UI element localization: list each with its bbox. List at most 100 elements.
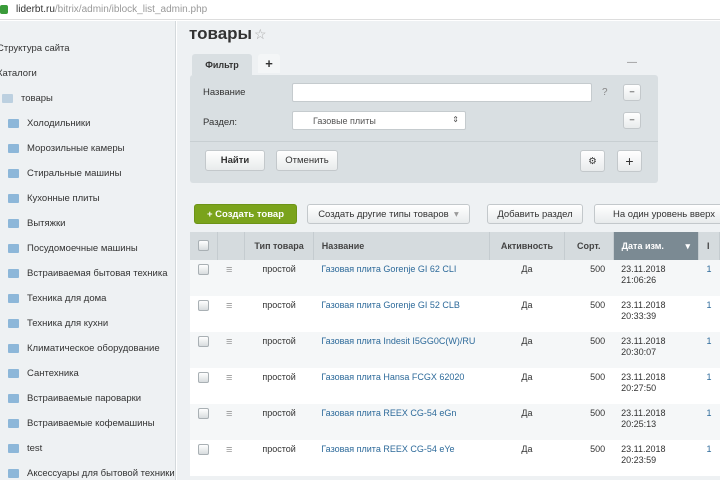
page-title: товары xyxy=(189,24,253,43)
product-link[interactable]: Газовая плита Indesit I5GG0C(W)/RU xyxy=(321,336,475,346)
row-checkbox[interactable] xyxy=(198,300,209,311)
sidebar-item-label: Климатическое оборудование xyxy=(27,342,160,354)
col-name[interactable]: Название xyxy=(313,232,491,260)
create-other-types-button[interactable]: Создать другие типы товаров ▾ xyxy=(307,204,470,224)
section-select[interactable]: Газовые плиты ⇕ xyxy=(292,111,466,130)
row-menu-icon[interactable]: ≡ xyxy=(218,296,245,332)
product-link[interactable]: Газовая плита REEX CG-54 eYe xyxy=(321,444,454,454)
star-icon[interactable]: ☆ xyxy=(254,26,267,43)
sort-desc-icon: ▾ xyxy=(685,240,690,251)
cell-type: простой xyxy=(244,332,314,368)
find-button[interactable]: Найти xyxy=(205,150,265,171)
product-link[interactable]: Газовая плита Gorenje GI 62 CLI xyxy=(321,264,456,274)
product-link[interactable]: Газовая плита REEX CG-54 eGn xyxy=(321,408,456,418)
folder-icon xyxy=(8,368,19,378)
cell-id[interactable]: 1 xyxy=(706,336,711,346)
sidebar-item-label: Холодильники xyxy=(27,117,91,129)
remove-section-field-button[interactable]: − xyxy=(623,112,641,129)
cell-time: 21:06:26 xyxy=(621,275,657,285)
row-checkbox[interactable] xyxy=(198,444,209,455)
cell-time: 20:23:59 xyxy=(621,455,657,465)
cell-id[interactable]: 1 xyxy=(706,300,711,310)
folder-icon xyxy=(8,393,19,403)
add-section-button[interactable]: Добавить раздел xyxy=(487,204,583,224)
sidebar-item[interactable]: Холодильники xyxy=(8,113,90,133)
row-checkbox[interactable] xyxy=(198,264,209,275)
col-sort[interactable]: Сорт. xyxy=(564,232,614,260)
table-row[interactable]: ≡ простой Газовая плита REEX CG-54 eYe Д… xyxy=(190,440,720,476)
col-id[interactable]: I xyxy=(698,232,720,260)
sidebar-item[interactable]: Каталоги xyxy=(0,63,37,83)
sidebar-item[interactable]: Сантехника xyxy=(8,363,79,383)
name-input[interactable] xyxy=(292,83,592,102)
sidebar-item[interactable]: товары xyxy=(2,88,53,108)
folder-icon xyxy=(8,243,19,253)
url-text[interactable]: liderbt.ru/bitrix/admin/iblock_list_admi… xyxy=(16,4,207,15)
add-field-button[interactable]: + xyxy=(617,150,642,172)
cell-active: Да xyxy=(521,300,533,310)
row-menu-icon[interactable]: ≡ xyxy=(217,260,245,296)
sidebar-item-label: Каталоги xyxy=(0,67,37,79)
cell-time: 20:25:13 xyxy=(621,419,657,429)
table-row[interactable]: ≡ простой Газовая плита Gorenje GI 62 CL… xyxy=(190,260,720,296)
cell-id[interactable]: 1 xyxy=(706,372,711,382)
row-menu-icon[interactable]: ≡ xyxy=(218,368,245,404)
select-all-checkbox[interactable] xyxy=(198,239,209,251)
address-bar[interactable]: liderbt.ru/bitrix/admin/iblock_list_admi… xyxy=(0,0,720,20)
sidebar-item[interactable]: Структура сайта xyxy=(0,38,70,58)
cell-active: Да xyxy=(521,372,533,382)
sidebar-item[interactable]: test xyxy=(8,438,42,458)
sidebar-item[interactable]: Аксессуары для бытовой техники xyxy=(8,463,175,483)
remove-name-field-button[interactable]: − xyxy=(623,84,641,101)
row-checkbox[interactable] xyxy=(198,336,209,347)
folder-icon xyxy=(8,318,19,328)
folder-icon xyxy=(8,418,19,428)
col-type[interactable]: Тип товара xyxy=(244,232,314,260)
tab-filter[interactable]: Фильтр xyxy=(192,54,252,75)
col-date[interactable]: Дата изм. ▾ xyxy=(613,232,699,260)
collapse-icon[interactable]: — xyxy=(627,57,637,68)
sidebar-item[interactable]: Встраиваемая бытовая техника xyxy=(8,263,168,283)
sidebar-item[interactable]: Кухонные плиты xyxy=(8,188,100,208)
level-up-button[interactable]: На один уровень вверх xyxy=(594,204,720,224)
sidebar-item[interactable]: Климатическое оборудование xyxy=(8,338,160,358)
create-product-button[interactable]: + Создать товар xyxy=(194,204,297,224)
cell-sort: 500 xyxy=(564,332,614,368)
cell-date: 23.11.2018 xyxy=(621,264,666,274)
product-link[interactable]: Газовая плита Gorenje GI 52 CLB xyxy=(321,300,460,310)
sidebar-item[interactable]: Стиральные машины xyxy=(8,163,121,183)
sidebar-item[interactable]: Техника для кухни xyxy=(8,313,108,333)
add-tab-button[interactable]: + xyxy=(258,54,280,73)
sidebar-item[interactable]: Вытяжки xyxy=(8,213,65,233)
cancel-button[interactable]: Отменить xyxy=(276,150,338,171)
help-icon[interactable]: ? xyxy=(602,87,608,98)
cell-time: 20:27:50 xyxy=(621,383,657,393)
row-checkbox[interactable] xyxy=(198,408,209,419)
table-row[interactable]: ≡ простой Газовая плита Gorenje GI 52 CL… xyxy=(190,296,720,332)
sidebar-item[interactable]: Техника для дома xyxy=(8,288,106,308)
sidebar-item[interactable]: Морозильные камеры xyxy=(8,138,125,158)
table-row[interactable]: ≡ простой Газовая плита REEX CG-54 eGn Д… xyxy=(190,404,720,440)
cell-id[interactable]: 1 xyxy=(706,444,711,454)
sidebar-item-label: Встраиваемые кофемашины xyxy=(27,417,155,429)
url-path: /bitrix/admin/iblock_list_admin.php xyxy=(54,4,208,15)
cell-sort: 500 xyxy=(564,404,614,440)
sidebar-item-label: test xyxy=(27,442,43,454)
sidebar-item[interactable]: Встраиваемые пароварки xyxy=(8,388,141,408)
col-active[interactable]: Активность xyxy=(489,232,565,260)
cell-id[interactable]: 1 xyxy=(706,264,711,274)
product-link[interactable]: Газовая плита Hansa FCGX 62020 xyxy=(321,372,464,382)
cell-id[interactable]: 1 xyxy=(706,408,711,418)
sidebar-item[interactable]: Встраиваемые кофемашины xyxy=(8,413,155,433)
row-menu-icon[interactable]: ≡ xyxy=(218,440,245,476)
table-row[interactable]: ≡ простой Газовая плита Hansa FCGX 62020… xyxy=(190,368,720,404)
gear-icon[interactable]: ⚙ xyxy=(580,150,605,172)
filter-panel: Название ? − Раздел: Газовые плиты ⇕ − На… xyxy=(190,75,658,183)
sidebar-item[interactable]: Посудомоечные машины xyxy=(8,238,138,258)
row-menu-icon[interactable]: ≡ xyxy=(217,332,245,368)
table-row[interactable]: ≡ простой Газовая плита Indesit I5GG0C(W… xyxy=(190,332,720,368)
cell-sort: 500 xyxy=(590,372,606,382)
sidebar-item-label: Кухонные плиты xyxy=(27,192,100,204)
row-checkbox[interactable] xyxy=(198,372,209,383)
row-menu-icon[interactable]: ≡ xyxy=(217,404,245,440)
